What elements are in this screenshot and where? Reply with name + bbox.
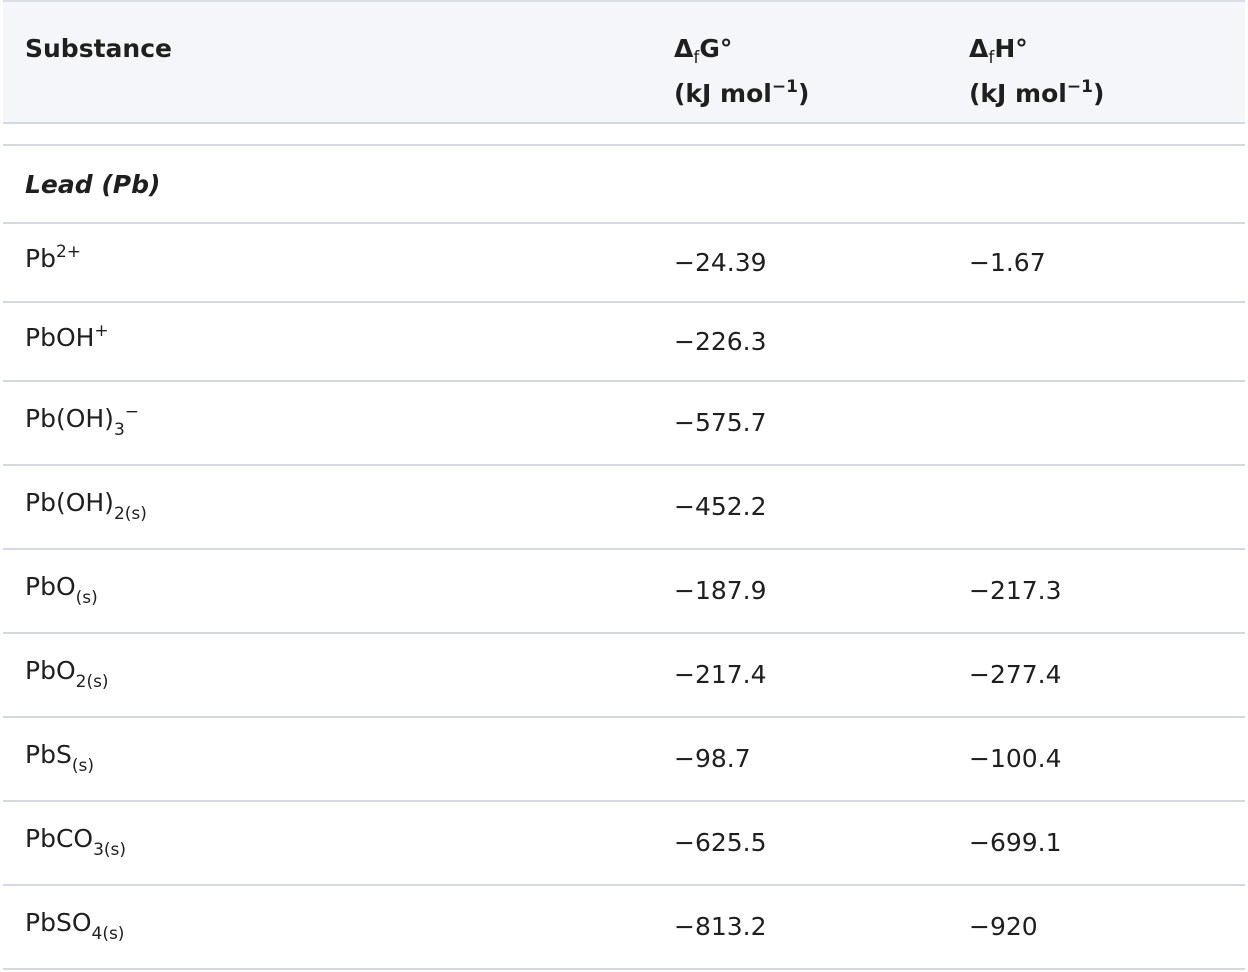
substance-formula: PbOH+ <box>25 321 109 353</box>
group-row-lead: Lead (Pb) <box>3 146 1245 224</box>
delta-g-value: −24.39 <box>674 248 767 277</box>
table-header: Substance ΔfG° (kJ mol−1) ΔfH° (kJ mol−1… <box>3 0 1245 124</box>
header-substance: Substance <box>25 34 172 63</box>
table-row: PbS(s) −98.7 −100.4 <box>3 718 1245 802</box>
group-label: Lead (Pb) <box>25 170 161 199</box>
table-row: Pb(OH)3− −575.7 <box>3 382 1245 466</box>
substance-formula: PbO(s) <box>25 572 98 608</box>
table-row: Pb2+ −24.39 −1.67 <box>3 224 1245 303</box>
delta-h-value: −920 <box>969 912 1038 941</box>
substance-formula: PbSO4(s) <box>25 908 125 944</box>
delta-g-value: −217.4 <box>674 660 767 689</box>
substance-formula: PbO2(s) <box>25 656 109 692</box>
delta-g-value: −187.9 <box>674 576 767 605</box>
delta-h-value: −277.4 <box>969 660 1062 689</box>
substance-formula: PbS(s) <box>25 740 94 776</box>
delta-g-value: −813.2 <box>674 912 767 941</box>
substance-formula: Pb(OH)2(s) <box>25 488 147 524</box>
table-row: Pb(OH)2(s) −452.2 <box>3 466 1245 550</box>
substance-formula: Pb2+ <box>25 242 82 274</box>
substance-formula: Pb(OH)3− <box>25 402 140 440</box>
delta-h-value: −1.67 <box>969 248 1046 277</box>
delta-g-value: −226.3 <box>674 327 767 356</box>
thermodynamic-data-table: Substance ΔfG° (kJ mol−1) ΔfH° (kJ mol−1… <box>3 0 1245 970</box>
table-row: PbO2(s) −217.4 −277.4 <box>3 634 1245 718</box>
delta-g-value: −625.5 <box>674 828 767 857</box>
table-row: PbO(s) −187.9 −217.3 <box>3 550 1245 634</box>
delta-h-value: −100.4 <box>969 744 1062 773</box>
table-row: PbSO4(s) −813.2 −920 <box>3 886 1245 970</box>
table-row: PbCO3(s) −625.5 −699.1 <box>3 802 1245 886</box>
header-delta-h: ΔfH° (kJ mol−1) <box>969 34 1105 108</box>
delta-g-value: −452.2 <box>674 492 767 521</box>
header-delta-g: ΔfG° (kJ mol−1) <box>674 34 810 108</box>
delta-h-value: −217.3 <box>969 576 1062 605</box>
substance-formula: PbCO3(s) <box>25 824 127 860</box>
table-row: PbOH+ −226.3 <box>3 303 1245 382</box>
delta-g-value: −575.7 <box>674 408 767 437</box>
delta-h-value: −699.1 <box>969 828 1062 857</box>
header-spacer <box>3 124 1245 146</box>
delta-g-value: −98.7 <box>674 744 751 773</box>
